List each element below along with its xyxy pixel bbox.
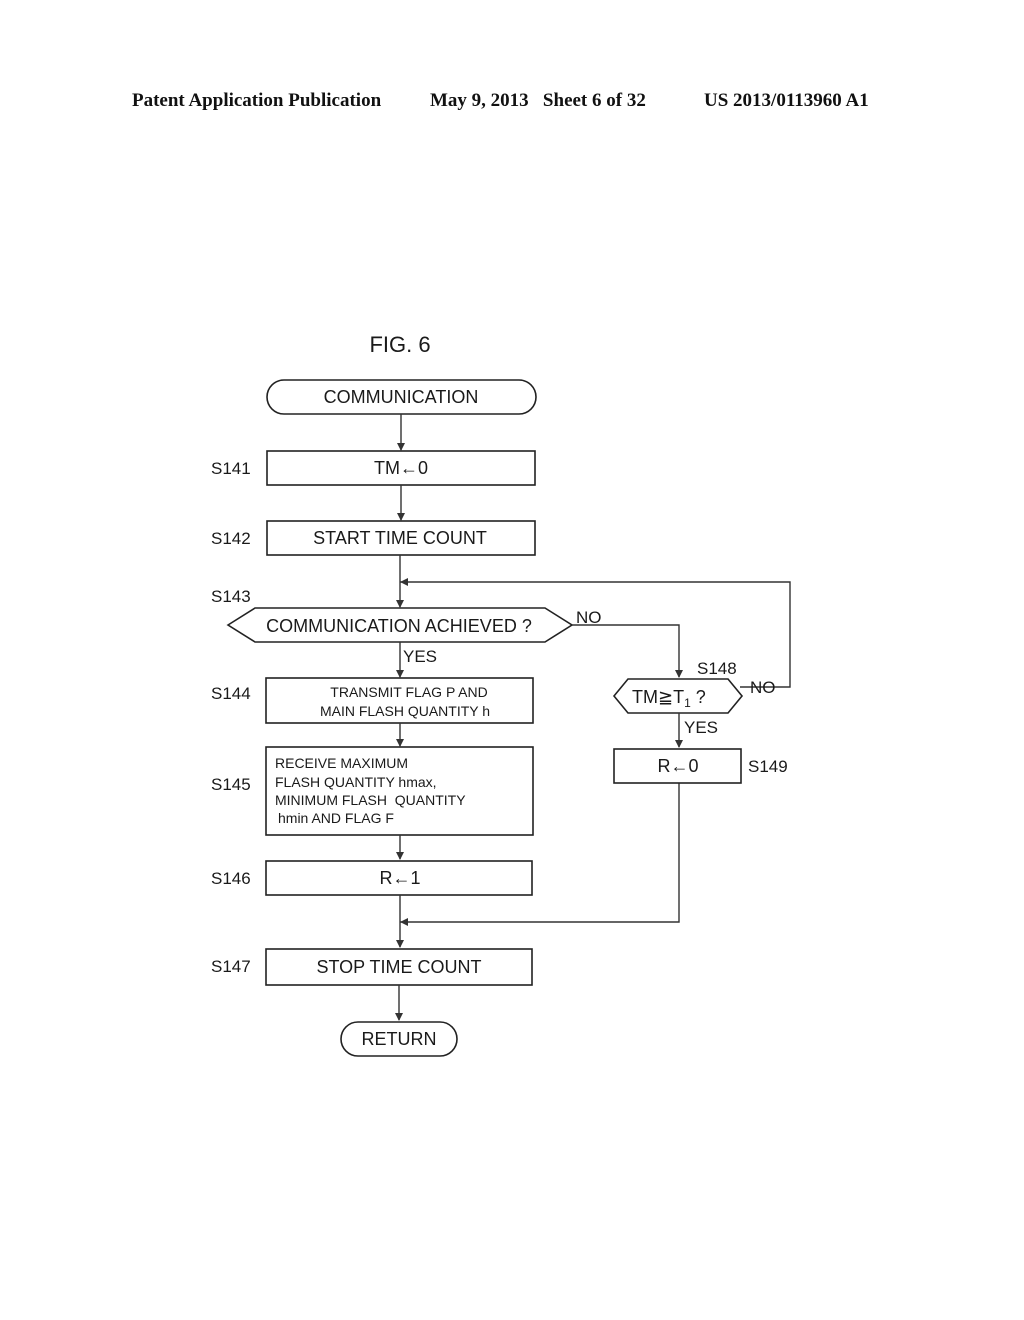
arrow-head: [396, 600, 404, 608]
decision-text: COMMUNICATION ACHIEVED ?: [266, 616, 532, 636]
step-label: S144: [211, 684, 251, 703]
step-s144: S144 TRANSMIT FLAG P AND MAIN FLASH QUAN…: [211, 677, 534, 724]
step-label: S149: [748, 757, 788, 776]
step-s146: S146 R←1: [211, 860, 533, 896]
step-label: S148: [697, 659, 737, 678]
arrow-head: [400, 918, 408, 926]
return-terminal: RETURN: [340, 1021, 458, 1057]
step-label: S143: [211, 587, 251, 606]
no-label: NO: [750, 678, 776, 697]
arrow-head: [400, 578, 408, 586]
step-s142: S142 START TIME COUNT: [211, 520, 536, 556]
step-text-line: MINIMUM FLASH QUANTITY: [275, 792, 466, 808]
no-label: NO: [576, 608, 602, 627]
step-label: S146: [211, 869, 251, 888]
step-s147: S147 STOP TIME COUNT: [211, 948, 533, 986]
arrow-head: [675, 740, 683, 748]
decision-text-main: TM≧T: [632, 687, 684, 707]
step-label: S141: [211, 459, 251, 478]
step-text-line: hmin AND FLAG F: [278, 810, 394, 826]
yes-label: YES: [684, 718, 718, 737]
start-terminal: COMMUNICATION: [266, 379, 537, 415]
arrow-head: [397, 443, 405, 451]
arrow-head: [396, 670, 404, 678]
step-text-line: TRANSMIT FLAG P AND: [330, 684, 487, 700]
start-label: COMMUNICATION: [324, 387, 479, 407]
step-text-line: FLASH QUANTITY hmax,: [275, 774, 437, 790]
step-text: STOP TIME COUNT: [316, 957, 481, 977]
step-s145: S145 RECEIVE MAXIMUM FLASH QUANTITY hmax…: [211, 746, 534, 836]
arrow-head: [395, 1013, 403, 1021]
step-label: S142: [211, 529, 251, 548]
yes-label: YES: [403, 647, 437, 666]
return-label: RETURN: [362, 1029, 437, 1049]
figure-title: FIG. 6: [369, 332, 430, 357]
step-s149: R←0 S149: [613, 748, 788, 784]
step-text: R←0: [657, 756, 698, 776]
step-text: R←1: [379, 868, 420, 888]
decision-text-tail: ?: [691, 687, 706, 707]
step-text: START TIME COUNT: [313, 528, 487, 548]
arrow-head: [396, 739, 404, 747]
step-s141: S141 TM←0: [211, 450, 536, 486]
decision-s148: S148 TM≧T1 ? NO YES: [612, 659, 776, 737]
arrow-head: [396, 940, 404, 948]
arrow-head: [396, 852, 404, 860]
flowchart: FIG. 6 COMMUNICATION S141 TM←0 S142 STAR…: [211, 332, 791, 1057]
decision-s143: S143 COMMUNICATION ACHIEVED ? NO YES: [211, 587, 602, 666]
arrow-head: [397, 513, 405, 521]
arrow-head: [675, 670, 683, 678]
decision-text: TM≧T1 ?: [632, 687, 706, 710]
step-label: S147: [211, 957, 251, 976]
step-text-line: RECEIVE MAXIMUM: [275, 755, 408, 771]
step-label: S145: [211, 775, 251, 794]
step-text: TM←0: [374, 458, 428, 478]
no-connector: [572, 624, 680, 677]
step-text-line: MAIN FLASH QUANTITY h: [320, 703, 490, 719]
